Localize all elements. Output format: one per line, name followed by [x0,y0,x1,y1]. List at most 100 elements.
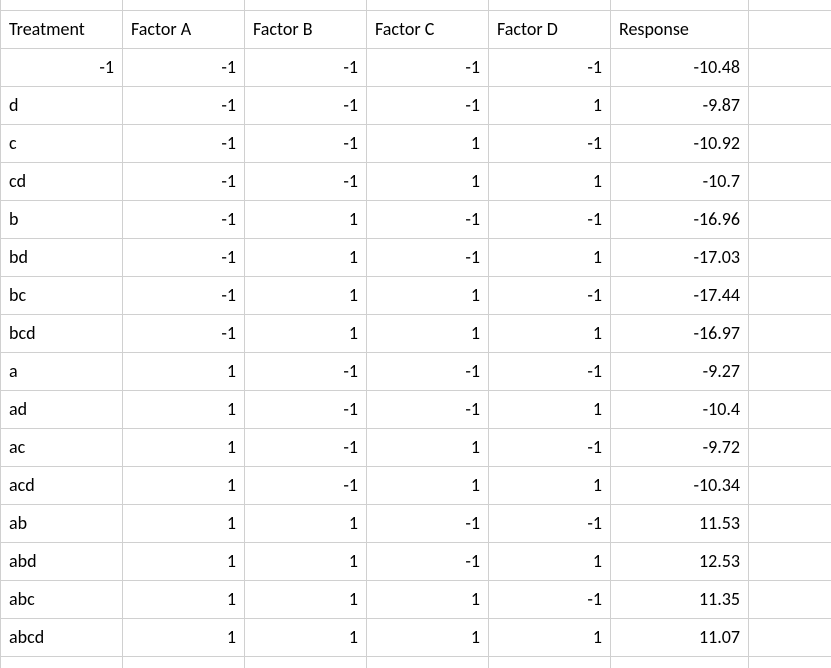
cell-factor-a[interactable]: -1 [123,162,245,200]
cell-factor-b[interactable]: 1 [245,238,367,276]
cell-factor-d[interactable]: 1 [489,314,611,352]
cell-factor-c[interactable]: -1 [367,352,489,390]
cell-factor-d[interactable]: -1 [489,428,611,466]
cell-factor-c[interactable]: -1 [367,200,489,238]
cell-treatment[interactable]: b [1,200,123,238]
cell-factor-b[interactable]: -1 [245,162,367,200]
empty-cell[interactable] [749,390,831,428]
cell-factor-d[interactable]: 1 [489,390,611,428]
empty-cell[interactable] [749,276,831,314]
cell-factor-a[interactable]: 1 [123,390,245,428]
cell-factor-d[interactable]: -1 [489,352,611,390]
cell-response[interactable]: 12.53 [611,542,749,580]
cell-treatment[interactable]: bc [1,276,123,314]
cell-factor-b[interactable]: -1 [245,390,367,428]
cell-response[interactable]: -16.97 [611,314,749,352]
cell-factor-b[interactable]: -1 [245,466,367,504]
cell-response[interactable]: -10.4 [611,390,749,428]
cell-factor-a[interactable]: 1 [123,466,245,504]
cell-factor-a[interactable]: -1 [123,86,245,124]
cell-factor-c[interactable]: 1 [367,618,489,656]
cell-response[interactable]: -16.96 [611,200,749,238]
cell-response[interactable]: -9.27 [611,352,749,390]
cell-factor-c[interactable]: -1 [367,48,489,86]
empty-cell[interactable] [749,200,831,238]
cell-treatment[interactable]: abcd [1,618,123,656]
cell-response[interactable]: -9.87 [611,86,749,124]
empty-cell[interactable] [749,162,831,200]
cell-response[interactable]: 11.07 [611,618,749,656]
cell-treatment[interactable]: bd [1,238,123,276]
cell-factor-a[interactable]: 1 [123,618,245,656]
cell-treatment[interactable]: cd [1,162,123,200]
cell-factor-a[interactable]: -1 [123,314,245,352]
cell-response[interactable]: -10.34 [611,466,749,504]
cell-factor-a[interactable]: -1 [123,48,245,86]
cell-treatment[interactable]: d [1,86,123,124]
cell-factor-a[interactable]: -1 [123,124,245,162]
cell-factor-d[interactable]: -1 [489,276,611,314]
cell-factor-b[interactable]: 1 [245,618,367,656]
cell-treatment[interactable]: ad [1,390,123,428]
col-header-response[interactable]: Response [611,10,749,48]
cell-factor-b[interactable]: 1 [245,580,367,618]
cell-factor-c[interactable]: 1 [367,276,489,314]
cell-factor-c[interactable]: -1 [367,542,489,580]
cell-treatment[interactable]: ab [1,504,123,542]
cell-factor-b[interactable]: 1 [245,504,367,542]
cell-factor-d[interactable]: 1 [489,162,611,200]
cell-factor-b[interactable]: -1 [245,124,367,162]
col-header-treatment[interactable]: Treatment [1,10,123,48]
cell-treatment[interactable]: a [1,352,123,390]
cell-factor-a[interactable]: 1 [123,504,245,542]
cell-factor-d[interactable]: 1 [489,466,611,504]
cell-factor-a[interactable]: 1 [123,542,245,580]
empty-cell[interactable] [749,618,831,656]
cell-treatment[interactable]: abd [1,542,123,580]
cell-response[interactable]: -17.44 [611,276,749,314]
cell-factor-c[interactable]: -1 [367,86,489,124]
cell-treatment[interactable]: acd [1,466,123,504]
cell-factor-d[interactable]: 1 [489,618,611,656]
cell-factor-c[interactable]: -1 [367,238,489,276]
cell-factor-d[interactable]: 1 [489,542,611,580]
empty-header-cell[interactable] [749,10,831,48]
cell-factor-b[interactable]: 1 [245,200,367,238]
cell-response[interactable]: -10.92 [611,124,749,162]
cell-factor-d[interactable]: -1 [489,48,611,86]
cell-factor-b[interactable]: -1 [245,352,367,390]
empty-cell[interactable] [749,86,831,124]
cell-factor-c[interactable]: 1 [367,162,489,200]
cell-factor-d[interactable]: -1 [489,200,611,238]
cell-factor-c[interactable]: 1 [367,124,489,162]
empty-cell[interactable] [749,314,831,352]
cell-factor-b[interactable]: -1 [245,428,367,466]
cell-factor-d[interactable]: -1 [489,580,611,618]
cell-factor-c[interactable]: 1 [367,314,489,352]
cell-factor-a[interactable]: 1 [123,428,245,466]
cell-treatment[interactable]: abc [1,580,123,618]
cell-factor-d[interactable]: -1 [489,504,611,542]
cell-factor-c[interactable]: -1 [367,504,489,542]
empty-cell[interactable] [749,124,831,162]
cell-factor-a[interactable]: 1 [123,352,245,390]
cell-response[interactable]: -9.72 [611,428,749,466]
empty-cell[interactable] [749,352,831,390]
cell-response[interactable]: 11.53 [611,504,749,542]
empty-cell[interactable] [749,48,831,86]
col-header-factor-d[interactable]: Factor D [489,10,611,48]
cell-factor-c[interactable]: 1 [367,466,489,504]
cell-response[interactable]: -10.48 [611,48,749,86]
cell-response[interactable]: 11.35 [611,580,749,618]
cell-factor-c[interactable]: 1 [367,428,489,466]
cell-response[interactable]: -10.7 [611,162,749,200]
cell-treatment[interactable]: c [1,124,123,162]
spreadsheet-table[interactable]: Treatment Factor A Factor B Factor C Fac… [0,0,831,668]
cell-factor-b[interactable]: 1 [245,542,367,580]
cell-factor-b[interactable]: -1 [245,86,367,124]
cell-response[interactable]: -17.03 [611,238,749,276]
cell-factor-c[interactable]: -1 [367,390,489,428]
col-header-factor-c[interactable]: Factor C [367,10,489,48]
empty-cell[interactable] [749,580,831,618]
cell-factor-a[interactable]: -1 [123,238,245,276]
